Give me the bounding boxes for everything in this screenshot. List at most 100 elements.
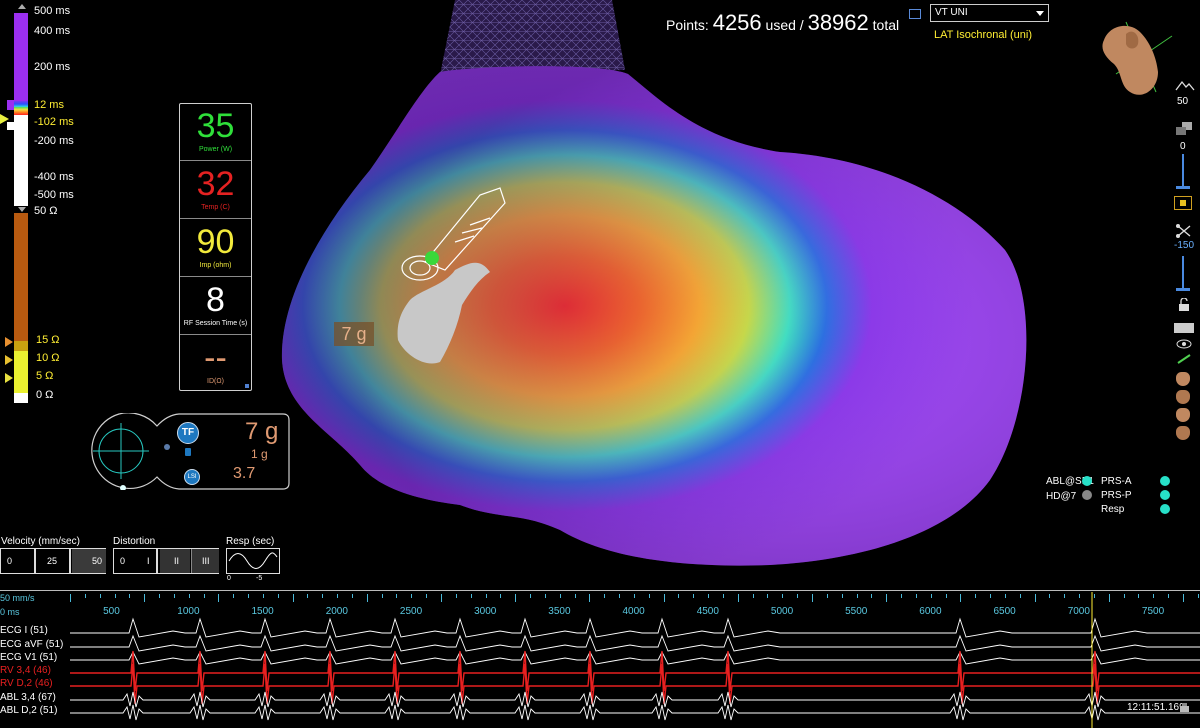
panel-toggle-icon[interactable]	[1174, 323, 1194, 333]
heart-view-anterior-icon[interactable]	[1176, 372, 1190, 386]
session-time-value: 8	[206, 281, 225, 319]
catheter-view-icon[interactable]	[1176, 352, 1192, 364]
points-total: 38962	[807, 10, 869, 35]
ecg-trace	[70, 617, 1200, 638]
scale-handle-lower[interactable]	[7, 122, 14, 130]
lateral-force-value: 1 g	[251, 447, 268, 461]
map-force-tag: 7 g	[334, 322, 374, 346]
slider-track-2[interactable]	[1182, 256, 1184, 290]
lsi-value: 3.7	[233, 465, 256, 482]
legend-right-item: PRS-A	[1101, 476, 1132, 487]
contact-force-widget[interactable]: TF LSI 7 g 1 g 3.7	[83, 413, 290, 490]
session-time-cell: 8 RF Session Time (s)	[180, 278, 251, 335]
legend-left-item: HD@7	[1046, 491, 1077, 502]
slider-track-1[interactable]	[1182, 154, 1184, 188]
resize-handle-icon[interactable]	[245, 384, 249, 388]
velocity-selector[interactable]: 0 25 50	[0, 548, 106, 574]
id-value: --	[204, 339, 227, 377]
distortion-option[interactable]: III	[191, 549, 219, 573]
ecg-trace	[70, 663, 1200, 705]
lat-scale-label: -102 ms	[34, 116, 74, 128]
lat-scale-label: 400 ms	[34, 25, 71, 37]
scissors-icon[interactable]	[1176, 224, 1192, 238]
ecg-lead-label[interactable]: ABL 3,4 (67)	[0, 692, 56, 703]
tf-badge-icon[interactable]: TF	[177, 422, 199, 444]
yellow-tag-icon[interactable]	[1174, 196, 1192, 210]
points-counter: Points: 4256 used / 38962 total	[666, 10, 899, 36]
heart-view-posterior-icon[interactable]	[1176, 390, 1190, 404]
impedance-marker-10[interactable]	[5, 355, 13, 365]
impedance-cell: 90 Imp (ohm)	[180, 220, 251, 277]
lsi-badge-icon[interactable]: LSI	[184, 469, 200, 485]
heart-view-left-icon[interactable]	[1176, 408, 1190, 422]
slider-thumb-2[interactable]	[1176, 288, 1190, 291]
force-indicator-icon	[185, 448, 191, 456]
impedance-marker-5[interactable]	[5, 373, 13, 383]
lat-color-scale[interactable]	[14, 13, 28, 206]
legend-dot-icon	[1160, 476, 1170, 486]
impedance-marker-15[interactable]	[5, 337, 13, 347]
velocity-option[interactable]: 0	[1, 549, 36, 573]
ecg-trace	[70, 691, 1200, 708]
legend-dot-icon	[1160, 490, 1170, 500]
map-select-dropdown[interactable]: VT UNI	[930, 4, 1049, 22]
mountain-icon[interactable]	[1174, 78, 1196, 92]
impedance-color-scale[interactable]	[14, 213, 28, 403]
distortion-option[interactable]: II	[160, 549, 190, 573]
scale-down-arrow[interactable]	[18, 207, 26, 212]
legend-right-item: PRS-P	[1101, 490, 1132, 501]
ecg-lead-label[interactable]: RV 3,4 (46)	[0, 665, 51, 676]
heart-view-right-icon[interactable]	[1176, 426, 1190, 440]
distortion-selector[interactable]: 0 I II III	[113, 548, 219, 574]
layer-icon[interactable]	[1176, 122, 1192, 136]
ecg-lead-label[interactable]: ABL D,2 (51)	[0, 705, 57, 716]
ecg-trace	[70, 650, 1200, 665]
contact-force-value: 7 g	[245, 418, 279, 445]
points-used: 4256	[712, 10, 762, 35]
orientation-heart-icon[interactable]	[1096, 14, 1176, 100]
clock-label: 12:11:51.169	[1127, 702, 1185, 713]
map-type-label: LAT Isochronal (uni)	[934, 29, 1033, 41]
ecg-lead-label[interactable]: RV D,2 (46)	[0, 678, 53, 689]
ecg-trace	[70, 634, 1200, 652]
lock-icon[interactable]	[1178, 297, 1190, 312]
ecg-lead-label[interactable]: ECG V1 (51)	[0, 652, 57, 663]
ecg-lead-label[interactable]: ECG aVF (51)	[0, 639, 63, 650]
map-window-icon[interactable]	[909, 9, 921, 19]
ecg-lead-label[interactable]: ECG I (51)	[0, 625, 48, 636]
ecg-traces	[70, 592, 1200, 728]
power-value: 35	[196, 107, 235, 145]
used-label: used /	[765, 17, 804, 33]
lat-scale-label: 12 ms	[34, 99, 64, 111]
resp-tick: 0	[227, 575, 231, 582]
legend-dot-icon	[1082, 476, 1092, 486]
distortion-option[interactable]: 0	[114, 549, 136, 573]
total-label: total	[872, 17, 900, 33]
temp-cell: 32 Temp (C)	[180, 162, 251, 219]
resp-waveform-box[interactable]	[226, 548, 280, 574]
resp-tick: -5	[256, 575, 263, 582]
legend-dot-icon	[1082, 490, 1092, 500]
id-cell: -- ID(Ω)	[180, 336, 251, 390]
temp-label: Temp (C)	[201, 204, 230, 211]
distortion-option[interactable]: I	[137, 549, 158, 573]
impedance-value: 90	[196, 223, 235, 261]
lat-scale-label: -200 ms	[34, 135, 74, 147]
impedance-scale-label: 5 Ω	[36, 370, 54, 382]
distortion-label: Distortion	[113, 536, 156, 547]
lat-scale-label: 200 ms	[34, 61, 71, 73]
ecg-panel[interactable]: 500 1000 1500 2000 2500 3000 3500 4000 4500 5000 5…	[0, 590, 1200, 728]
eye-icon[interactable]	[1176, 337, 1192, 349]
slider-thumb-1[interactable]	[1176, 186, 1190, 189]
temp-value: 32	[196, 165, 235, 203]
velocity-option-selected[interactable]: 50	[72, 549, 106, 573]
scale-up-arrow[interactable]	[18, 4, 26, 9]
impedance-scale-label: 50 Ω	[34, 205, 58, 217]
velocity-label: Velocity (mm/sec)	[1, 536, 80, 547]
scale-handle-upper[interactable]	[7, 100, 14, 110]
lat-scale-label: 500 ms	[34, 5, 71, 17]
map-select-value: VT UNI	[935, 7, 968, 18]
printer-icon[interactable]	[1180, 702, 1189, 714]
velocity-option[interactable]: 25	[37, 549, 71, 573]
session-time-label: RF Session Time (s)	[183, 320, 248, 327]
